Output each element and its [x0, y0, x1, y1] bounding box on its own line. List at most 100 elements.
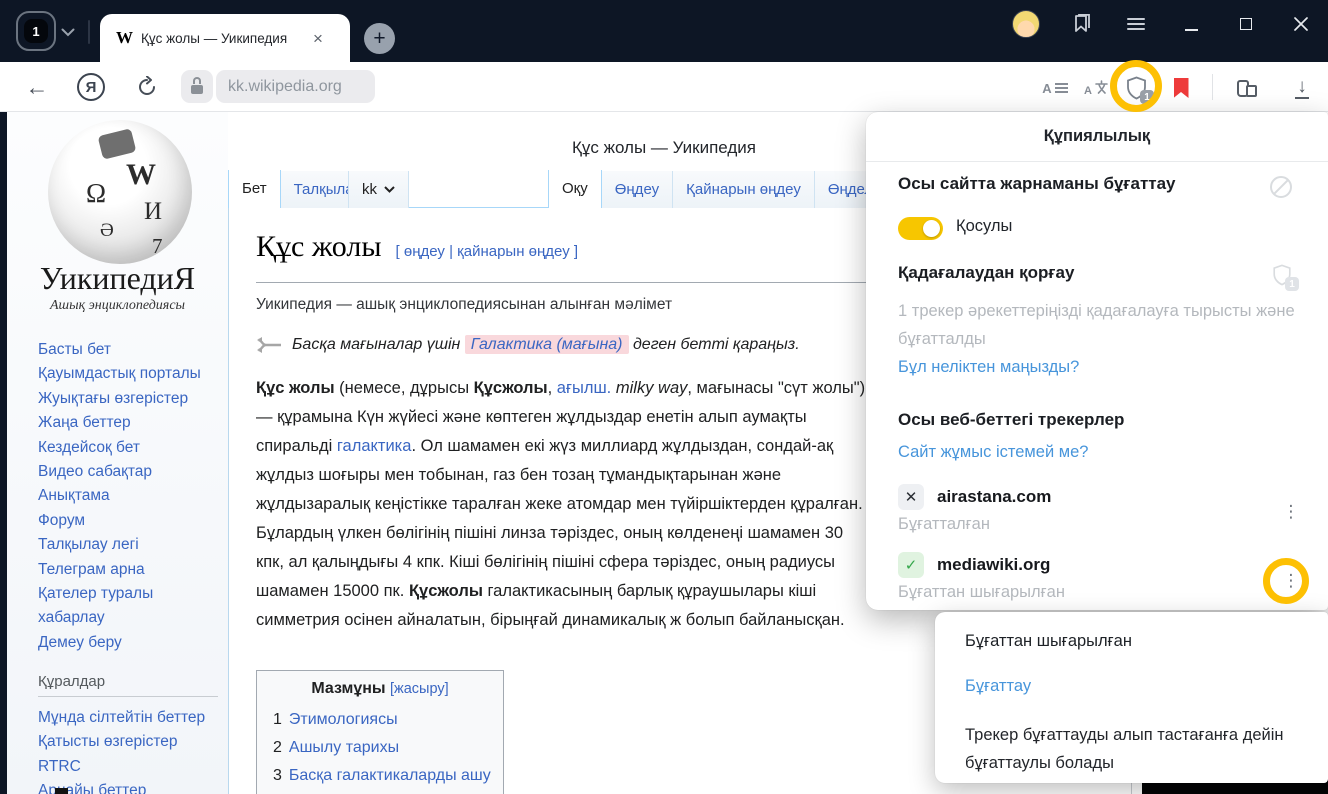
- wiki-tab[interactable]: Бет: [228, 170, 281, 208]
- wiki-language-tab: kk: [348, 170, 509, 208]
- sidebar-link[interactable]: Талқылау легі: [38, 533, 220, 557]
- wikipedia-globe-logo[interactable]: W Ω И Ә 7: [48, 120, 192, 264]
- downloads-icon[interactable]: ↓: [1288, 74, 1316, 102]
- privacy-panel: Құпиялылық Осы сайтта жарнаманы бұғаттау…: [866, 112, 1328, 610]
- sidebar-link[interactable]: Жуықтағы өзгерістер: [38, 387, 220, 411]
- language-selector-tab[interactable]: kk: [348, 171, 409, 208]
- toc-list: 1Этимологиясы2Ашылу тарихы3Басқа галакти…: [257, 706, 503, 790]
- sidebar-link[interactable]: Қауымдастық порталы: [38, 362, 220, 386]
- sidebar-link[interactable]: Анықтама: [38, 484, 220, 508]
- toggle-state-label: Қосулы: [956, 217, 1012, 236]
- tab-counter-button[interactable]: 1: [16, 11, 56, 51]
- bookmark-page-icon[interactable]: [1168, 76, 1194, 100]
- tracker-context-menu: Бұғаттан шығарылған Бұғаттау Трекер бұға…: [935, 612, 1328, 783]
- sidebar-tools-nav: Мұнда сілтейтін беттерҚатысты өзгерістер…: [38, 706, 220, 794]
- tracking-description: 1 трекер әрекеттеріңізді қадағалауға тыр…: [898, 298, 1302, 353]
- yandex-logo-icon[interactable]: Я: [77, 73, 105, 101]
- wiki-tab[interactable]: Өңдеу: [602, 171, 673, 208]
- tracking-protection-title: Қадағалаудан қорғау: [898, 263, 1074, 283]
- sidebar-tool-link[interactable]: Мұнда сілтейтін беттер: [38, 706, 220, 730]
- address-bar[interactable]: kk.wikipedia.org: [216, 70, 375, 103]
- chevron-down-icon: [384, 186, 395, 193]
- disambiguation-icon: [256, 336, 282, 354]
- toolbar-separator: [1212, 74, 1213, 100]
- tracking-shield-icon: 1: [1272, 264, 1294, 288]
- window-maximize-button[interactable]: [1232, 2, 1260, 46]
- url-text: kk.wikipedia.org: [228, 78, 342, 96]
- tracker-row-airastana: ✕ airastana.com: [898, 484, 1051, 510]
- tab-title-fade: [288, 28, 314, 50]
- sidebar-link[interactable]: Видео сабақтар: [38, 460, 220, 484]
- site-tagline: Уикипедия — ашық энциклопедиясынан алынғ…: [256, 296, 672, 314]
- active-tab[interactable]: W Құс жолы — Уикипедия ×: [100, 14, 350, 62]
- back-button[interactable]: ←: [22, 70, 52, 104]
- wiki-view-tabs: ОқуӨңдеуҚайнарын өңдеуӨңдел: [548, 170, 887, 208]
- article-paragraph: Құс жолы (немесе, дұрысы Құсжолы, ағылш.…: [256, 374, 870, 635]
- tracker-domain: airastana.com: [937, 487, 1051, 507]
- hatnote-text[interactable]: Басқа мағыналар үшін Галактика (мағына) …: [292, 336, 800, 354]
- browser-tab-bar: 1 W Құс жолы — Уикипедия × +: [0, 0, 1328, 62]
- wiki-tab[interactable]: Қайнарын өңдеу: [673, 171, 815, 208]
- wiki-tab[interactable]: Оқу: [548, 170, 602, 208]
- ad-block-title: Осы сайтта жарнаманы бұғаттау: [898, 174, 1176, 194]
- window-close-button[interactable]: [1287, 2, 1315, 46]
- menu-current-state: Бұғаттан шығарылған: [965, 632, 1302, 651]
- reload-button[interactable]: [133, 73, 161, 101]
- annotation-circle-kebab: [1263, 558, 1309, 604]
- tracker-domain: mediawiki.org: [937, 555, 1050, 575]
- sidebar-link[interactable]: Қателер туралы хабарлау: [38, 582, 220, 631]
- status-fragment: [55, 788, 68, 794]
- ad-block-toggle[interactable]: [898, 217, 943, 240]
- toc-item[interactable]: 2Ашылу тарихы: [273, 734, 503, 762]
- trackers-header: Осы веб-беттегі трекерлер: [898, 410, 1124, 430]
- menu-block-action[interactable]: Бұғаттау: [965, 677, 1302, 696]
- toc-item[interactable]: 1Этимологиясы: [273, 706, 503, 734]
- menu-hamburger-icon[interactable]: [1122, 2, 1150, 46]
- tracker-row-mediawiki: ✓ mediawiki.org: [898, 552, 1050, 578]
- tracker-status: Бұғаттан шығарылған: [898, 583, 1065, 602]
- window-left-edge: [0, 112, 7, 794]
- sidebar-link[interactable]: Басты бет: [38, 338, 220, 362]
- site-security-lock-icon[interactable]: [181, 70, 213, 103]
- new-tab-button[interactable]: +: [364, 23, 395, 54]
- tab-list-chevron-icon[interactable]: [58, 22, 78, 42]
- no-ads-icon: [1270, 176, 1292, 198]
- bookmarks-icon[interactable]: [1068, 2, 1096, 46]
- browser-window: 1 W Құс жолы — Уикипедия × + ← Я: [0, 0, 1328, 794]
- sidebar-link[interactable]: Кездейсоқ бет: [38, 436, 220, 460]
- sidebar-link[interactable]: Телеграм арна: [38, 558, 220, 582]
- wikipedia-favicon-icon: W: [116, 28, 133, 48]
- tracker-status: Бұғатталған: [898, 515, 990, 534]
- sidebar-tool-link[interactable]: RTRC: [38, 755, 220, 779]
- wiki-sidebar: W Ω И Ә 7 УикипедиЯ Ашық энциклопедиясы …: [7, 112, 228, 794]
- tracker-menu-icon[interactable]: ⋮: [1281, 500, 1301, 524]
- privacy-panel-title: Құпиялылық: [866, 112, 1328, 162]
- tabbar-separator: [88, 20, 90, 44]
- toc-hide-link[interactable]: [жасыру]: [390, 681, 449, 697]
- sidebar-nav: Басты бетҚауымдастық порталыЖуықтағы өзг…: [38, 338, 220, 655]
- translate-icon[interactable]: A: [1082, 74, 1112, 100]
- window-minimize-button[interactable]: [1177, 2, 1205, 46]
- reader-mode-icon[interactable]: A: [1040, 77, 1070, 99]
- wiki-logo-title[interactable]: УикипедиЯ: [7, 260, 228, 297]
- tracker-count-badge: 1: [1285, 277, 1299, 291]
- sidebar-tools-header: Құралдар: [38, 673, 218, 697]
- toc-item[interactable]: 3Басқа галактикаларды ашу: [273, 762, 503, 790]
- sidebar-link[interactable]: Форум: [38, 509, 220, 533]
- title-edit-links[interactable]: [ өңдеу | қайнарын өңдеу ]: [396, 243, 579, 260]
- blocked-x-icon: ✕: [898, 484, 924, 510]
- menu-description: Трекер бұғаттауды алып тастағанға дейін …: [965, 721, 1295, 777]
- tab-close-icon[interactable]: ×: [313, 30, 323, 47]
- wiki-logo-subtitle: Ашық энциклопедиясы: [7, 298, 228, 314]
- hatnote: Басқа мағыналар үшін Галактика (мағына) …: [256, 336, 800, 354]
- omnibox-page-title[interactable]: Құс жолы — Уикипедия: [572, 138, 756, 158]
- annotation-circle-shield: [1110, 60, 1162, 112]
- profile-avatar[interactable]: [1012, 10, 1040, 38]
- sidebar-link[interactable]: Жаңа беттер: [38, 411, 220, 435]
- why-important-link[interactable]: Бұл неліктен маңызды?: [898, 358, 1079, 377]
- sidebar-link[interactable]: Демеу беру: [38, 631, 220, 655]
- collections-icon[interactable]: [1232, 75, 1262, 101]
- sidebar-tool-link[interactable]: Қатысты өзгерістер: [38, 730, 220, 754]
- site-broken-link[interactable]: Сайт жұмыс істемей ме?: [898, 443, 1088, 462]
- allowed-check-icon: ✓: [898, 552, 924, 578]
